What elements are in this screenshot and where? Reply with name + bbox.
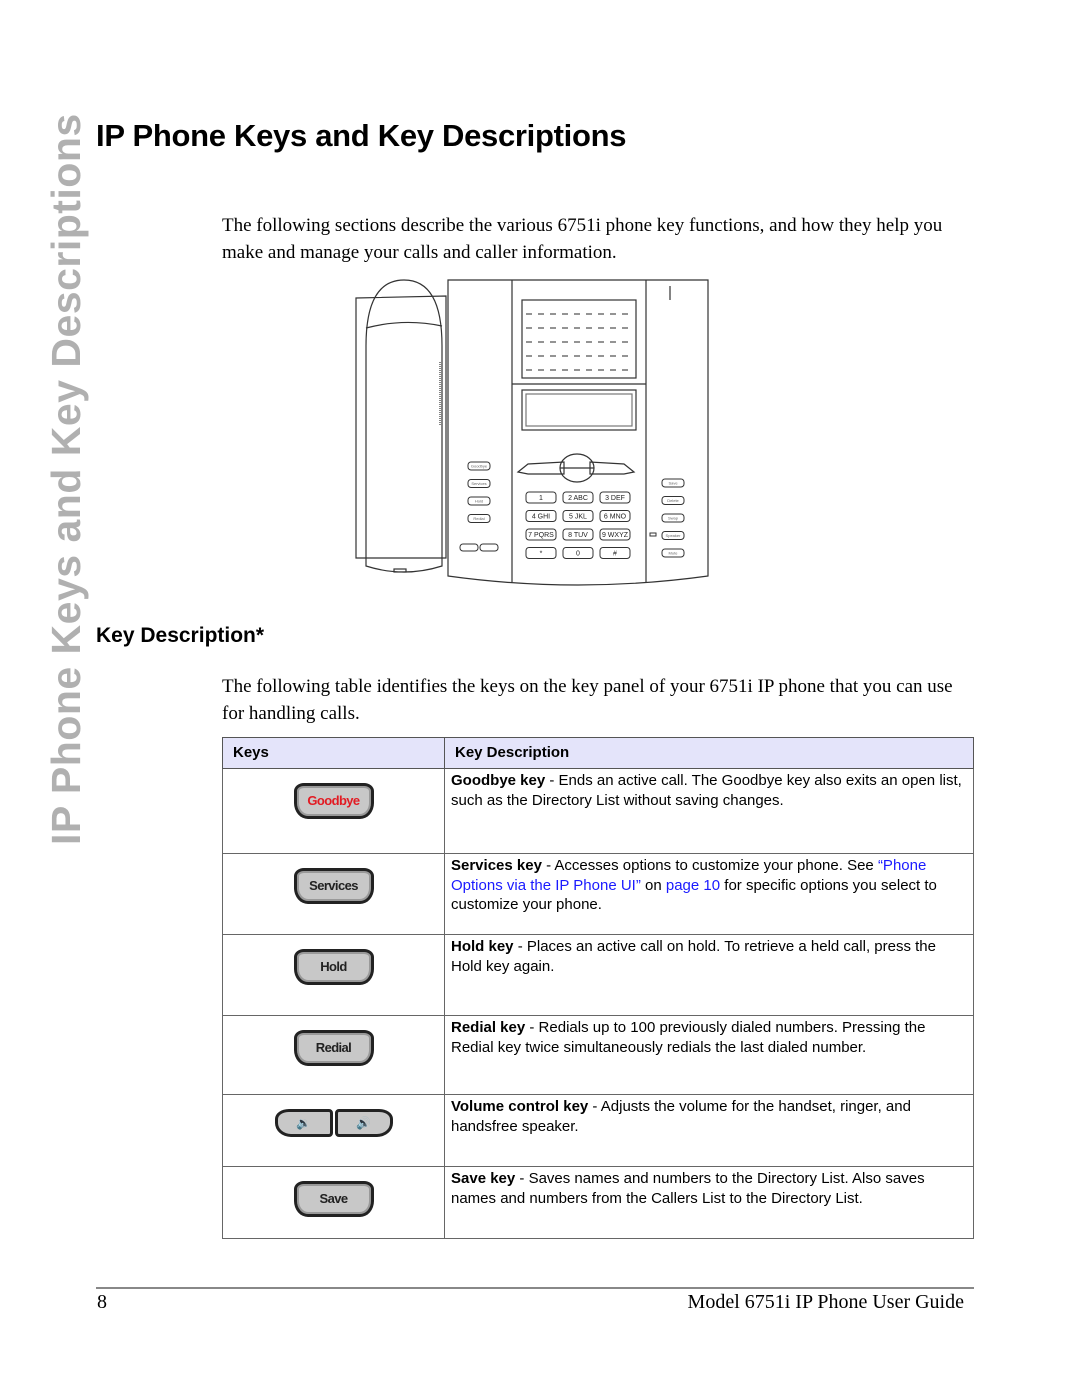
- phone-main-display: [521, 299, 637, 379]
- phone-key-mute-label: Mute: [669, 551, 679, 556]
- goodbye-key-icon: Goodbye: [293, 783, 374, 819]
- phone-nav-right: [589, 461, 636, 475]
- key-text: - Places an active call on hold. To retr…: [451, 938, 936, 975]
- key-description: Services key - Accesses options to custo…: [444, 853, 974, 935]
- phone-secondary-display: [521, 389, 637, 431]
- phone-dial-key-label: 1: [539, 495, 543, 502]
- key-title: Hold key: [451, 938, 514, 955]
- phone-key-swap-label: Swap: [668, 516, 679, 521]
- page-10-link[interactable]: page 10: [666, 877, 720, 894]
- section-intro-paragraph: The following table identifies the keys …: [222, 676, 953, 724]
- phone-cradle: [355, 295, 447, 559]
- phone-nav-left: [516, 461, 565, 475]
- table-row: Services Services key - Accesses options…: [222, 853, 974, 935]
- phone-dial-key-label: 4 GHI: [532, 513, 550, 520]
- table-row: Redial Redial key - Redials up to 100 pr…: [222, 1015, 974, 1095]
- table-row: Hold Hold key - Places an active call on…: [222, 934, 974, 1016]
- key-title: Volume control key: [451, 1098, 589, 1115]
- phone-illustration: Goodbye Services Hold Redial Save Delete Swap…: [355, 279, 709, 586]
- phone-key-save-label: Save: [668, 481, 678, 486]
- guide-title: Model 6751i IP Phone User Guide: [687, 1291, 964, 1313]
- key-description: Hold key - Places an active call on hold…: [444, 934, 974, 1016]
- volume-key-icon: 🔉 🔊: [274, 1109, 393, 1137]
- phone-dial-key-label: 5 JKL: [569, 513, 587, 520]
- phone-dial-key-label: *: [540, 550, 543, 557]
- header-keys: Keys: [222, 737, 445, 769]
- save-key-icon: Save: [293, 1181, 374, 1217]
- key-text: - Accesses options to customize your pho…: [541, 857, 878, 874]
- page-number: 8: [97, 1291, 107, 1313]
- phone-key-redial-label: Redial: [473, 516, 484, 521]
- key-description: Volume control key - Adjusts the volume …: [444, 1094, 974, 1167]
- phone-key-speaker-label: Speaker: [666, 533, 682, 538]
- key-description: Redial key - Redials up to 100 previousl…: [444, 1015, 974, 1095]
- side-tab-chapter-title: IP Phone Keys and Key Descriptions: [43, 113, 89, 845]
- phone-key-hold-label: Hold: [475, 499, 483, 504]
- table-row: 🔉 🔊 Volume control key - Adjusts the volu…: [222, 1094, 974, 1167]
- key-title: Save key: [451, 1170, 516, 1187]
- table-header-row: Keys Key Description: [222, 737, 974, 769]
- redial-key-icon: Redial: [293, 1030, 374, 1066]
- volume-down-icon: 🔉: [274, 1109, 333, 1137]
- phone-dial-key-label: 2 ABC: [568, 495, 588, 502]
- phone-key-goodbye-label: Goodbye: [471, 464, 488, 469]
- key-text: - Saves names and numbers to the Directo…: [451, 1170, 925, 1207]
- table-row: Goodbye Goodbye key - Ends an active cal…: [222, 768, 974, 854]
- phone-dial-key-label: #: [613, 550, 617, 557]
- hold-key-icon: Hold: [293, 949, 374, 985]
- footer-rule: [96, 1287, 974, 1289]
- phone-key-services-label: Services: [471, 481, 486, 486]
- phone-vol-down: [459, 543, 479, 552]
- phone-dial-key-label: 3 DEF: [605, 495, 625, 502]
- section-title: Key Description*: [96, 624, 265, 647]
- key-title: Redial key: [451, 1019, 526, 1036]
- services-key-icon: Services: [293, 868, 374, 904]
- phone-dial-key-label: 0: [576, 550, 580, 557]
- table-row: Save Save key - Saves names and numbers …: [222, 1166, 974, 1239]
- phone-dial-key-label: 8 TUV: [568, 532, 588, 539]
- phone-key-delete-label: Delete: [667, 498, 679, 503]
- key-description: Save key - Saves names and numbers to th…: [444, 1166, 974, 1239]
- phone-vol-up: [479, 543, 499, 552]
- volume-up-icon: 🔊: [334, 1109, 393, 1137]
- key-description: Goodbye key - Ends an active call. The G…: [444, 768, 974, 854]
- phone-dial-key-label: 9 WXYZ: [602, 532, 629, 539]
- key-text: on: [640, 876, 666, 894]
- header-key-description: Key Description: [444, 737, 974, 769]
- intro-paragraph: The following sections describe the vari…: [222, 215, 943, 263]
- phone-dial-key-label: 6 MNO: [604, 513, 627, 520]
- key-title: Services key: [451, 857, 542, 874]
- page-title: IP Phone Keys and Key Descriptions: [96, 118, 627, 153]
- key-title: Goodbye key: [451, 772, 546, 789]
- phone-dial-key-label: 7 PQRS: [528, 532, 554, 539]
- key-description-table: Keys Key Description Goodbye Goodbye key…: [222, 737, 974, 1239]
